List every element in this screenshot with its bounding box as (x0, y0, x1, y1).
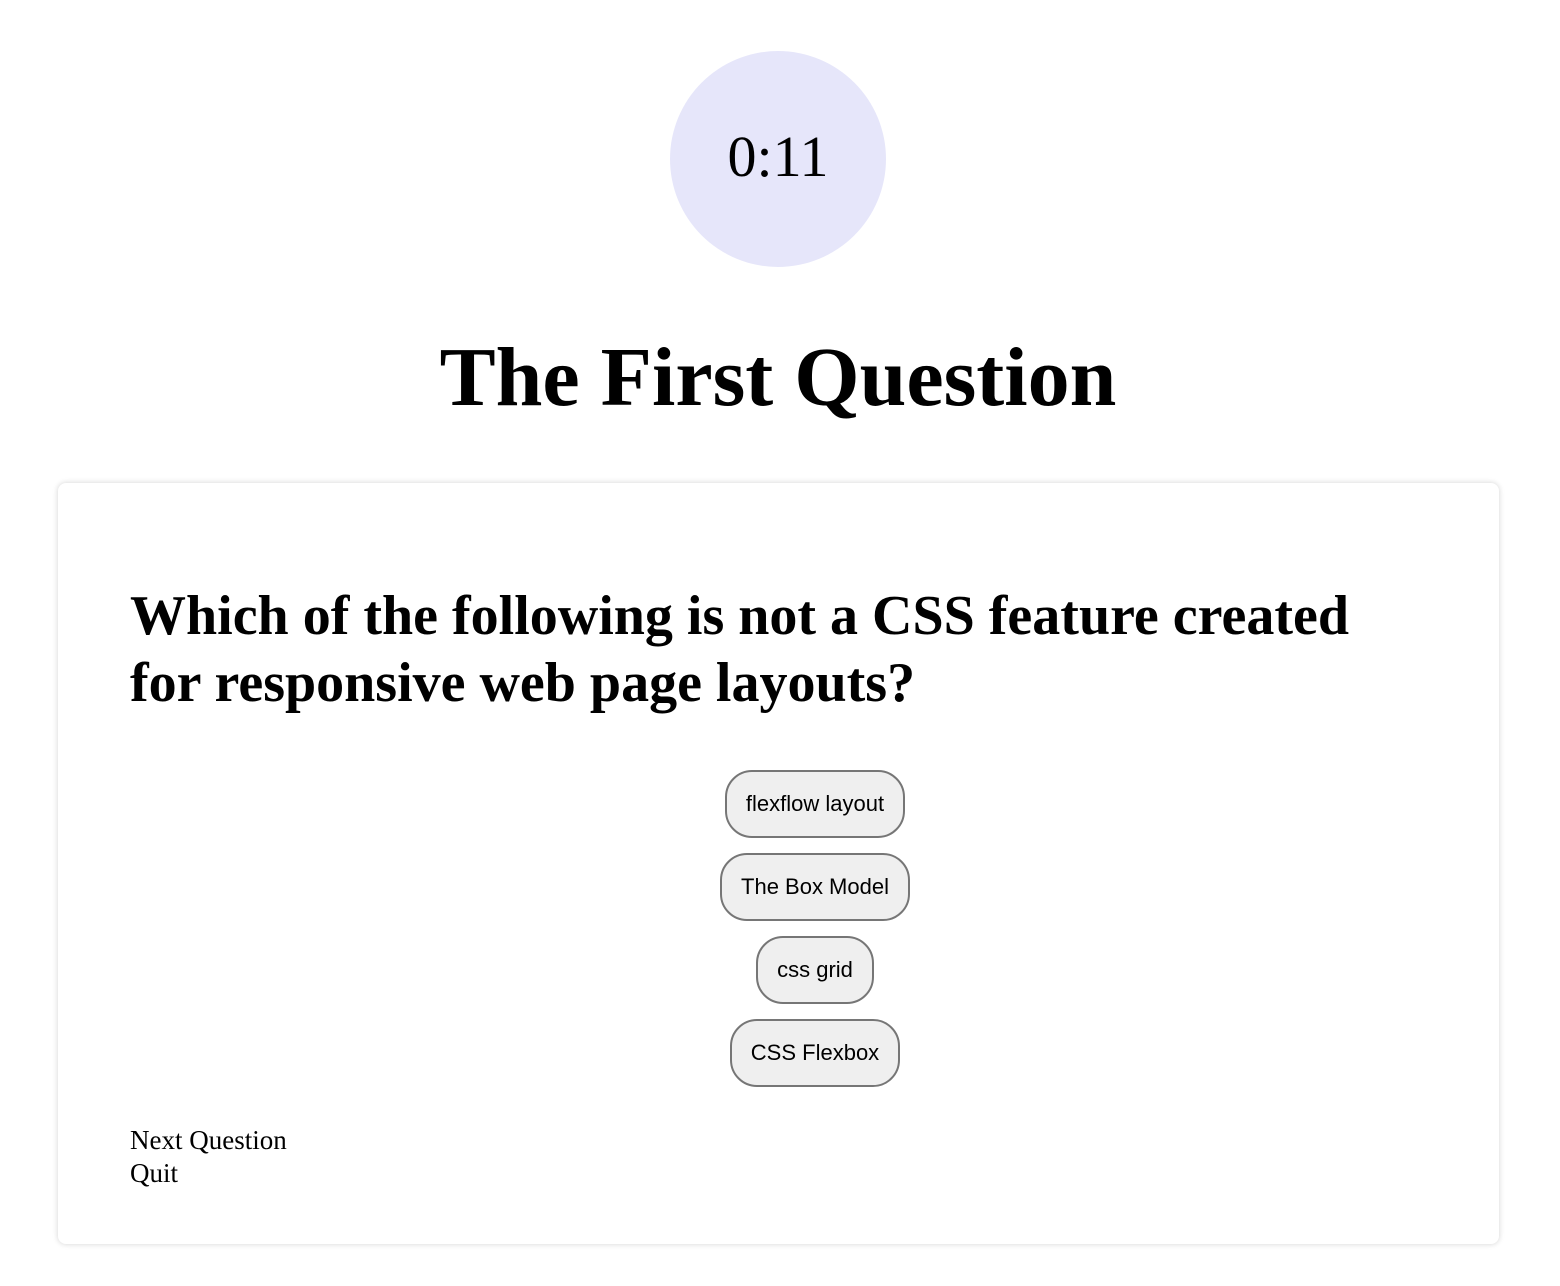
answer-button[interactable]: flexflow layout (724, 770, 906, 838)
timer-value: 0:11 (727, 124, 829, 189)
next-question-link[interactable]: Next Question (130, 1124, 287, 1157)
question-card: Which of the following is not a CSS feat… (58, 483, 1499, 1244)
answer-button[interactable]: The Box Model (720, 853, 910, 921)
quiz-actions: Next Question Quit (130, 1124, 287, 1190)
quit-link[interactable]: Quit (130, 1157, 287, 1190)
answer-button[interactable]: css grid (756, 936, 874, 1004)
answer-list: flexflow layout The Box Model css grid C… (58, 770, 1560, 1087)
page-title: The First Question (439, 331, 1117, 424)
question-text: Which of the following is not a CSS feat… (130, 585, 1349, 714)
timer-circle: 0:11 (670, 51, 886, 267)
answer-button[interactable]: CSS Flexbox (729, 1019, 901, 1087)
